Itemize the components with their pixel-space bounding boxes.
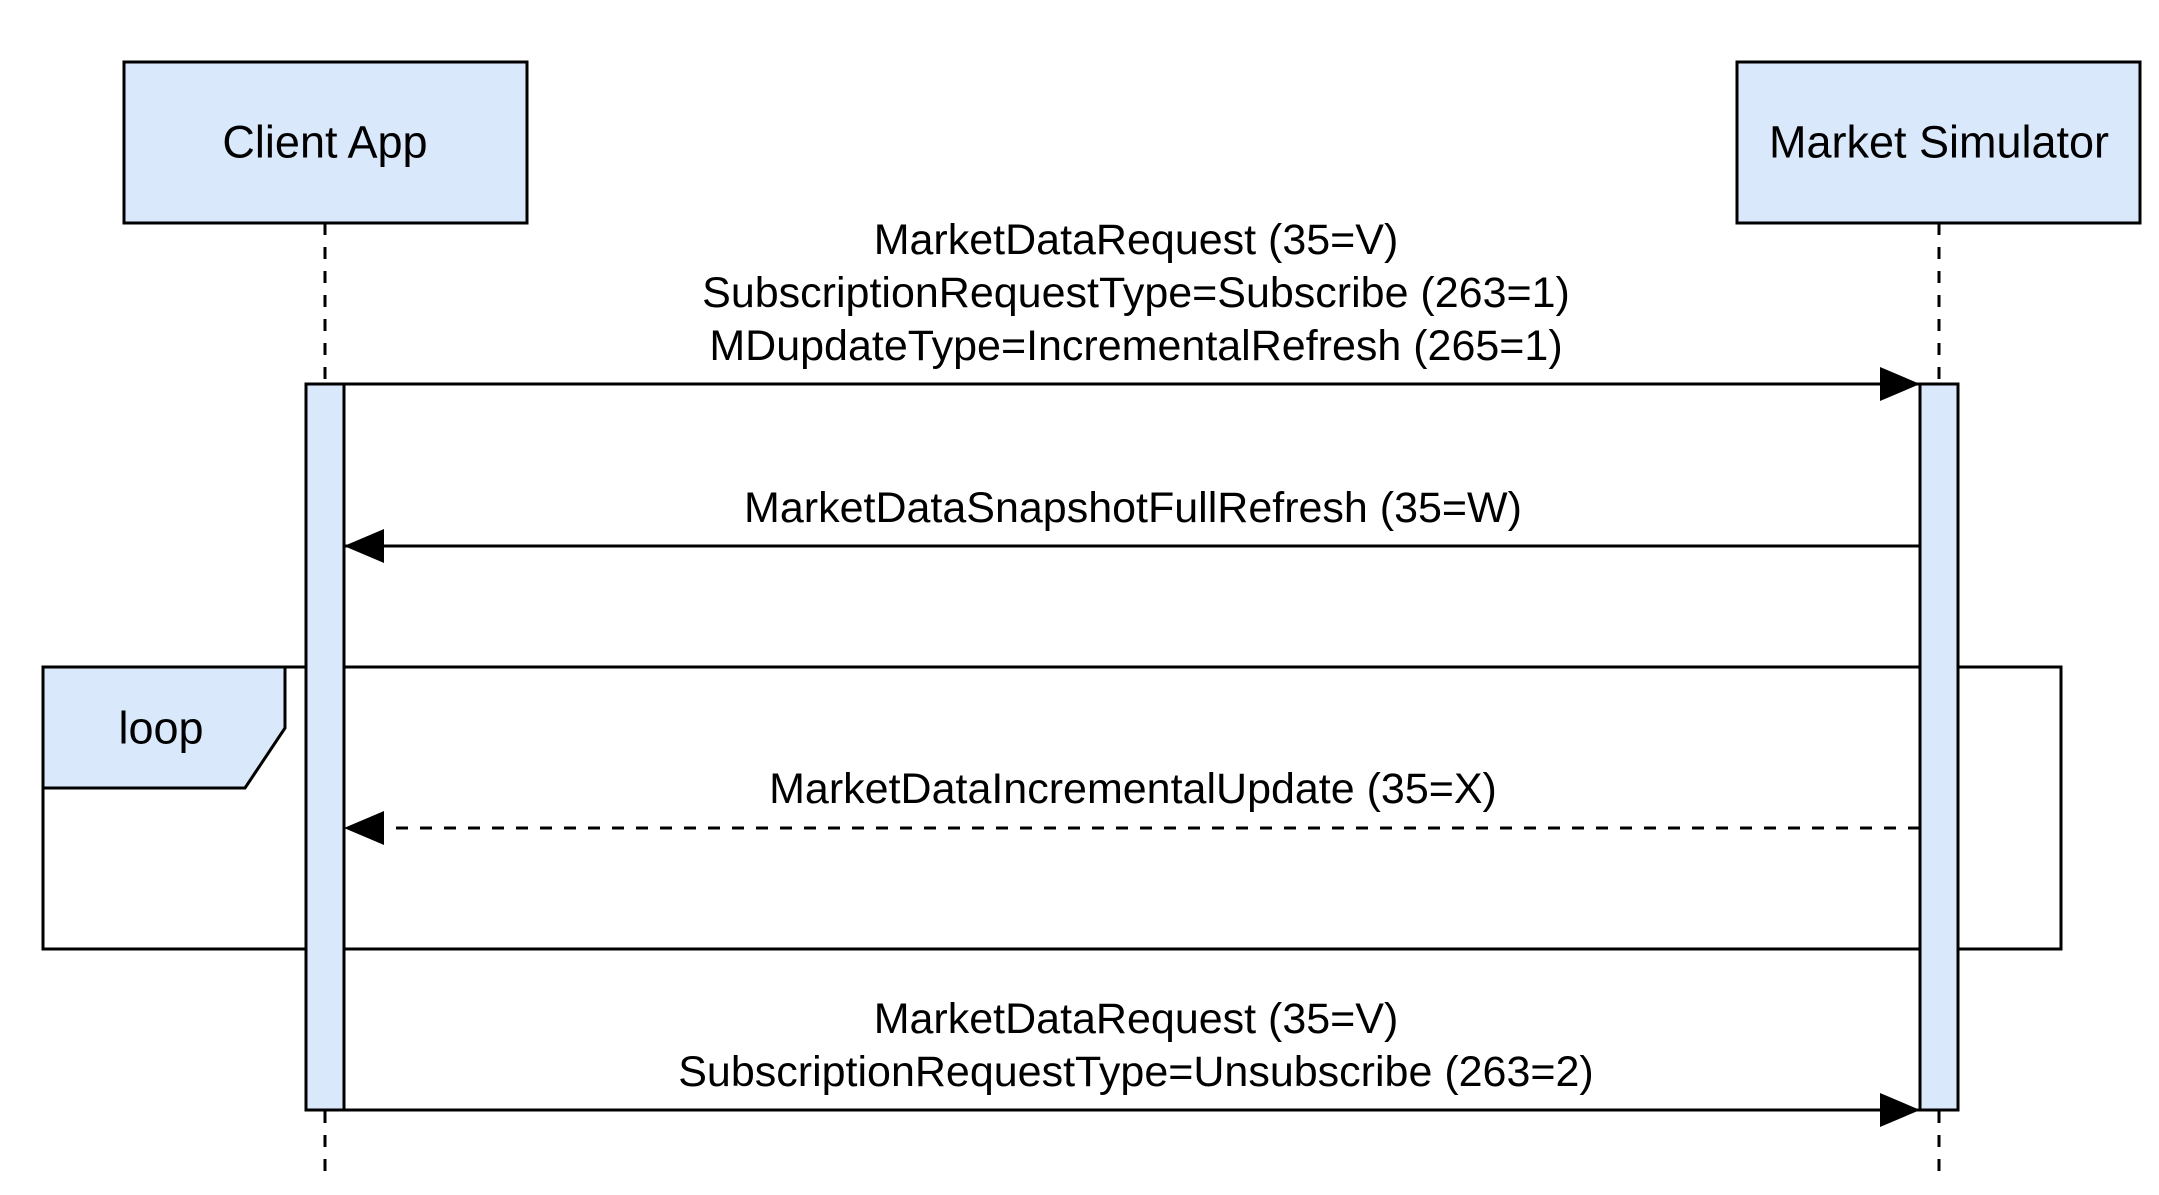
message-label-line: SubscriptionRequestType=Subscribe (263=1… xyxy=(702,269,1570,317)
message-subscribe-request: MarketDataRequest (35=V) SubscriptionReq… xyxy=(344,216,1920,401)
activation-bar-market-simulator xyxy=(1918,382,1960,1112)
loop-frame-label: loop xyxy=(118,703,203,754)
participant-market-simulator: Market Simulator xyxy=(1735,60,2142,225)
message-incremental-update: MarketDataIncrementalUpdate (35=X) xyxy=(344,765,1920,845)
participant-label: Market Simulator xyxy=(1769,117,2109,168)
message-label-line: MarketDataIncrementalUpdate (35=X) xyxy=(769,765,1497,813)
participant-client-app: Client App xyxy=(122,60,529,225)
message-label-line: MarketDataRequest (35=V) xyxy=(874,995,1399,1043)
message-label-line: SubscriptionRequestType=Unsubscribe (263… xyxy=(678,1048,1593,1096)
message-label-line: MarketDataRequest (35=V) xyxy=(874,216,1399,264)
activation-bar-client-app xyxy=(304,382,346,1112)
participant-label: Client App xyxy=(222,117,427,168)
message-snapshot-full-refresh: MarketDataSnapshotFullRefresh (35=W) xyxy=(344,484,1920,563)
message-label-line: MarketDataSnapshotFullRefresh (35=W) xyxy=(744,484,1522,532)
message-unsubscribe-request: MarketDataRequest (35=V) SubscriptionReq… xyxy=(344,995,1920,1127)
sequence-diagram: loop Client App Market Simulator MarketD… xyxy=(41,60,2142,1182)
message-label-line: MDupdateType=IncrementalRefresh (265=1) xyxy=(709,322,1562,370)
